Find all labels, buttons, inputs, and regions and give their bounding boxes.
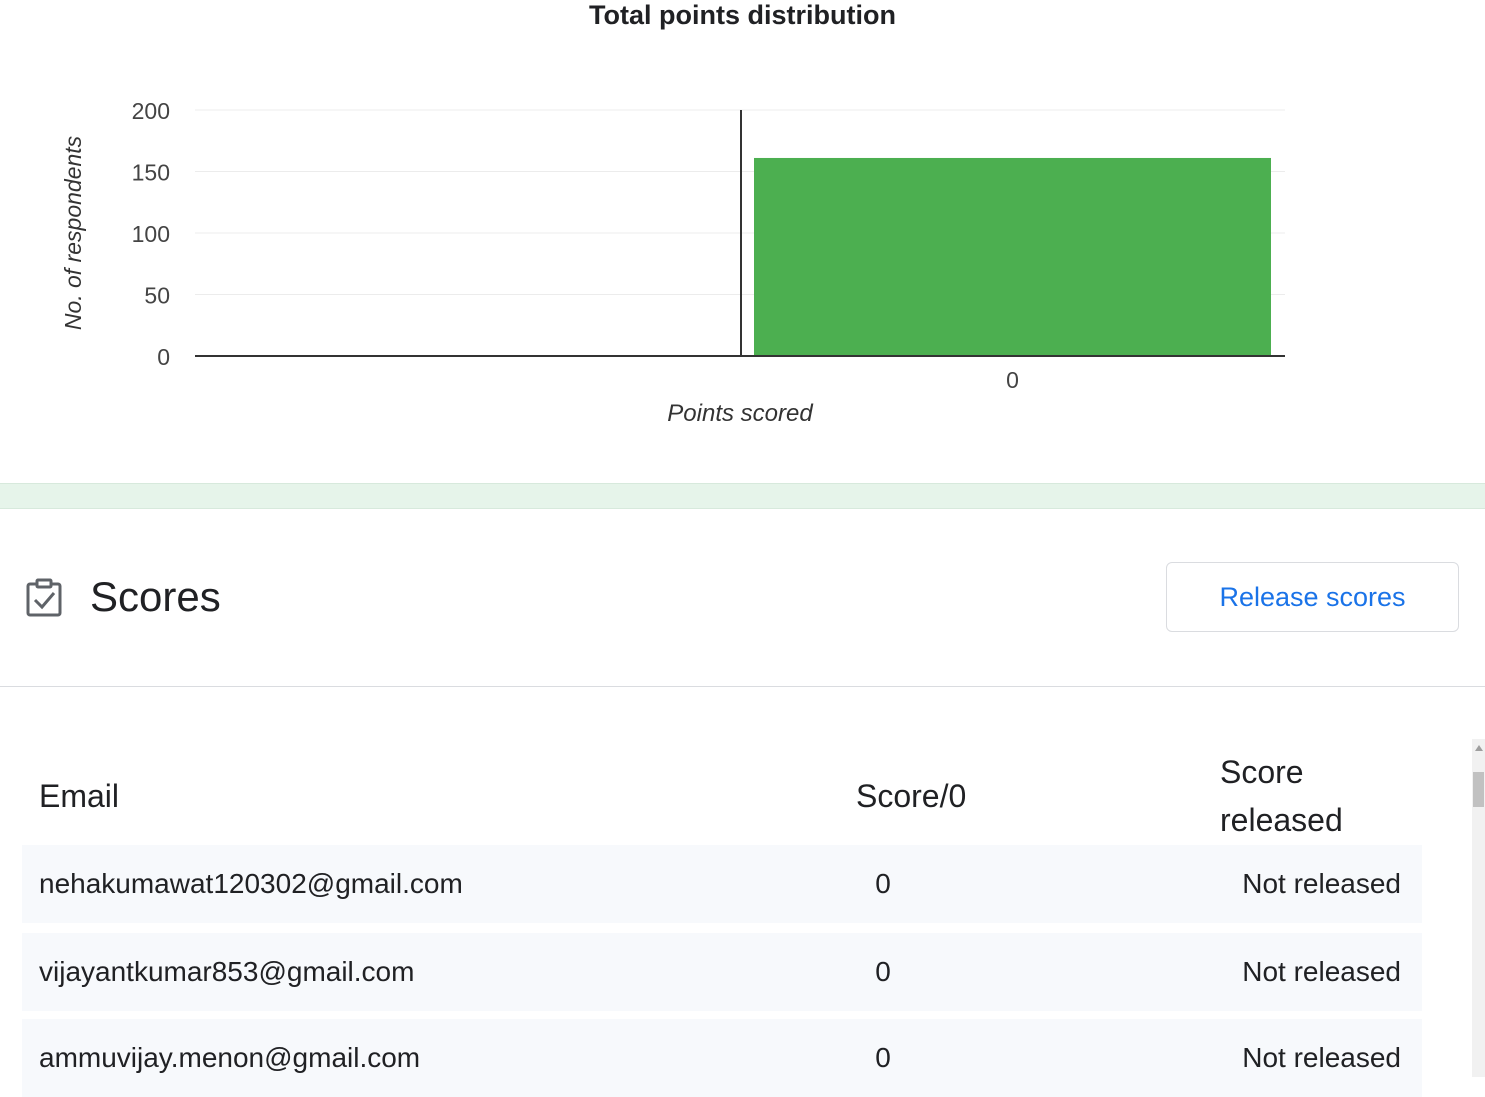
section-divider-band [0, 483, 1485, 509]
scores-section: Scores Release scores Email Score/0 Scor… [0, 509, 1485, 1097]
email-cell: vijayantkumar853@gmail.com [39, 956, 415, 987]
y-axis-label: No. of respondents [60, 135, 86, 330]
email-cell: ammuvijay.menon@gmail.com [39, 1042, 421, 1073]
y-tick-label: 50 [144, 283, 170, 309]
clipboard-check-icon [25, 578, 63, 618]
score-cell: 0 [875, 868, 891, 899]
email-column-header: Email [39, 778, 120, 814]
table-row[interactable]: vijayantkumar853@gmail.com 0 Not release… [22, 933, 1422, 1011]
chart-title: Total points distribution [589, 0, 896, 30]
table-scrollbar[interactable] [1472, 739, 1485, 1077]
score-column-header: Score/0 [856, 778, 967, 814]
y-tick-label: 0 [157, 344, 170, 370]
bar [754, 157, 1271, 356]
score-released-column-header: Score released [1220, 748, 1343, 844]
y-tick-label: 150 [132, 160, 170, 186]
x-tick-label: 0 [1006, 367, 1019, 393]
y-tick-label: 100 [132, 221, 170, 247]
scores-header: Scores Release scores [0, 509, 1485, 687]
score-cell: 0 [875, 1042, 891, 1073]
release-status-cell: Not released [1242, 868, 1401, 899]
score-cell: 0 [875, 956, 891, 987]
score-released-header-line1: Score [1220, 754, 1304, 790]
score-released-header-line2: released [1220, 802, 1343, 838]
release-scores-button[interactable]: Release scores [1166, 562, 1459, 632]
points-distribution-chart: 0 50 100 150 200 0 Points scored No. of respond… [60, 98, 1285, 427]
y-tick-label: 200 [132, 98, 170, 124]
release-status-cell: Not released [1242, 1042, 1401, 1073]
scores-title: Scores [90, 573, 221, 620]
x-axis-label: Points scored [667, 400, 813, 427]
points-distribution-card: 0 50 100 150 200 0 Points scored No. of respond… [0, 0, 1485, 483]
table-row[interactable]: nehakumawat120302@gmail.com 0 Not releas… [22, 845, 1422, 923]
table-row[interactable]: ammuvijay.menon@gmail.com 0 Not released [22, 1019, 1422, 1097]
release-status-cell: Not released [1242, 956, 1401, 987]
email-cell: nehakumawat120302@gmail.com [39, 868, 463, 899]
scroll-up-arrow-icon[interactable] [1475, 745, 1483, 751]
scrollbar-thumb[interactable] [1473, 772, 1484, 807]
